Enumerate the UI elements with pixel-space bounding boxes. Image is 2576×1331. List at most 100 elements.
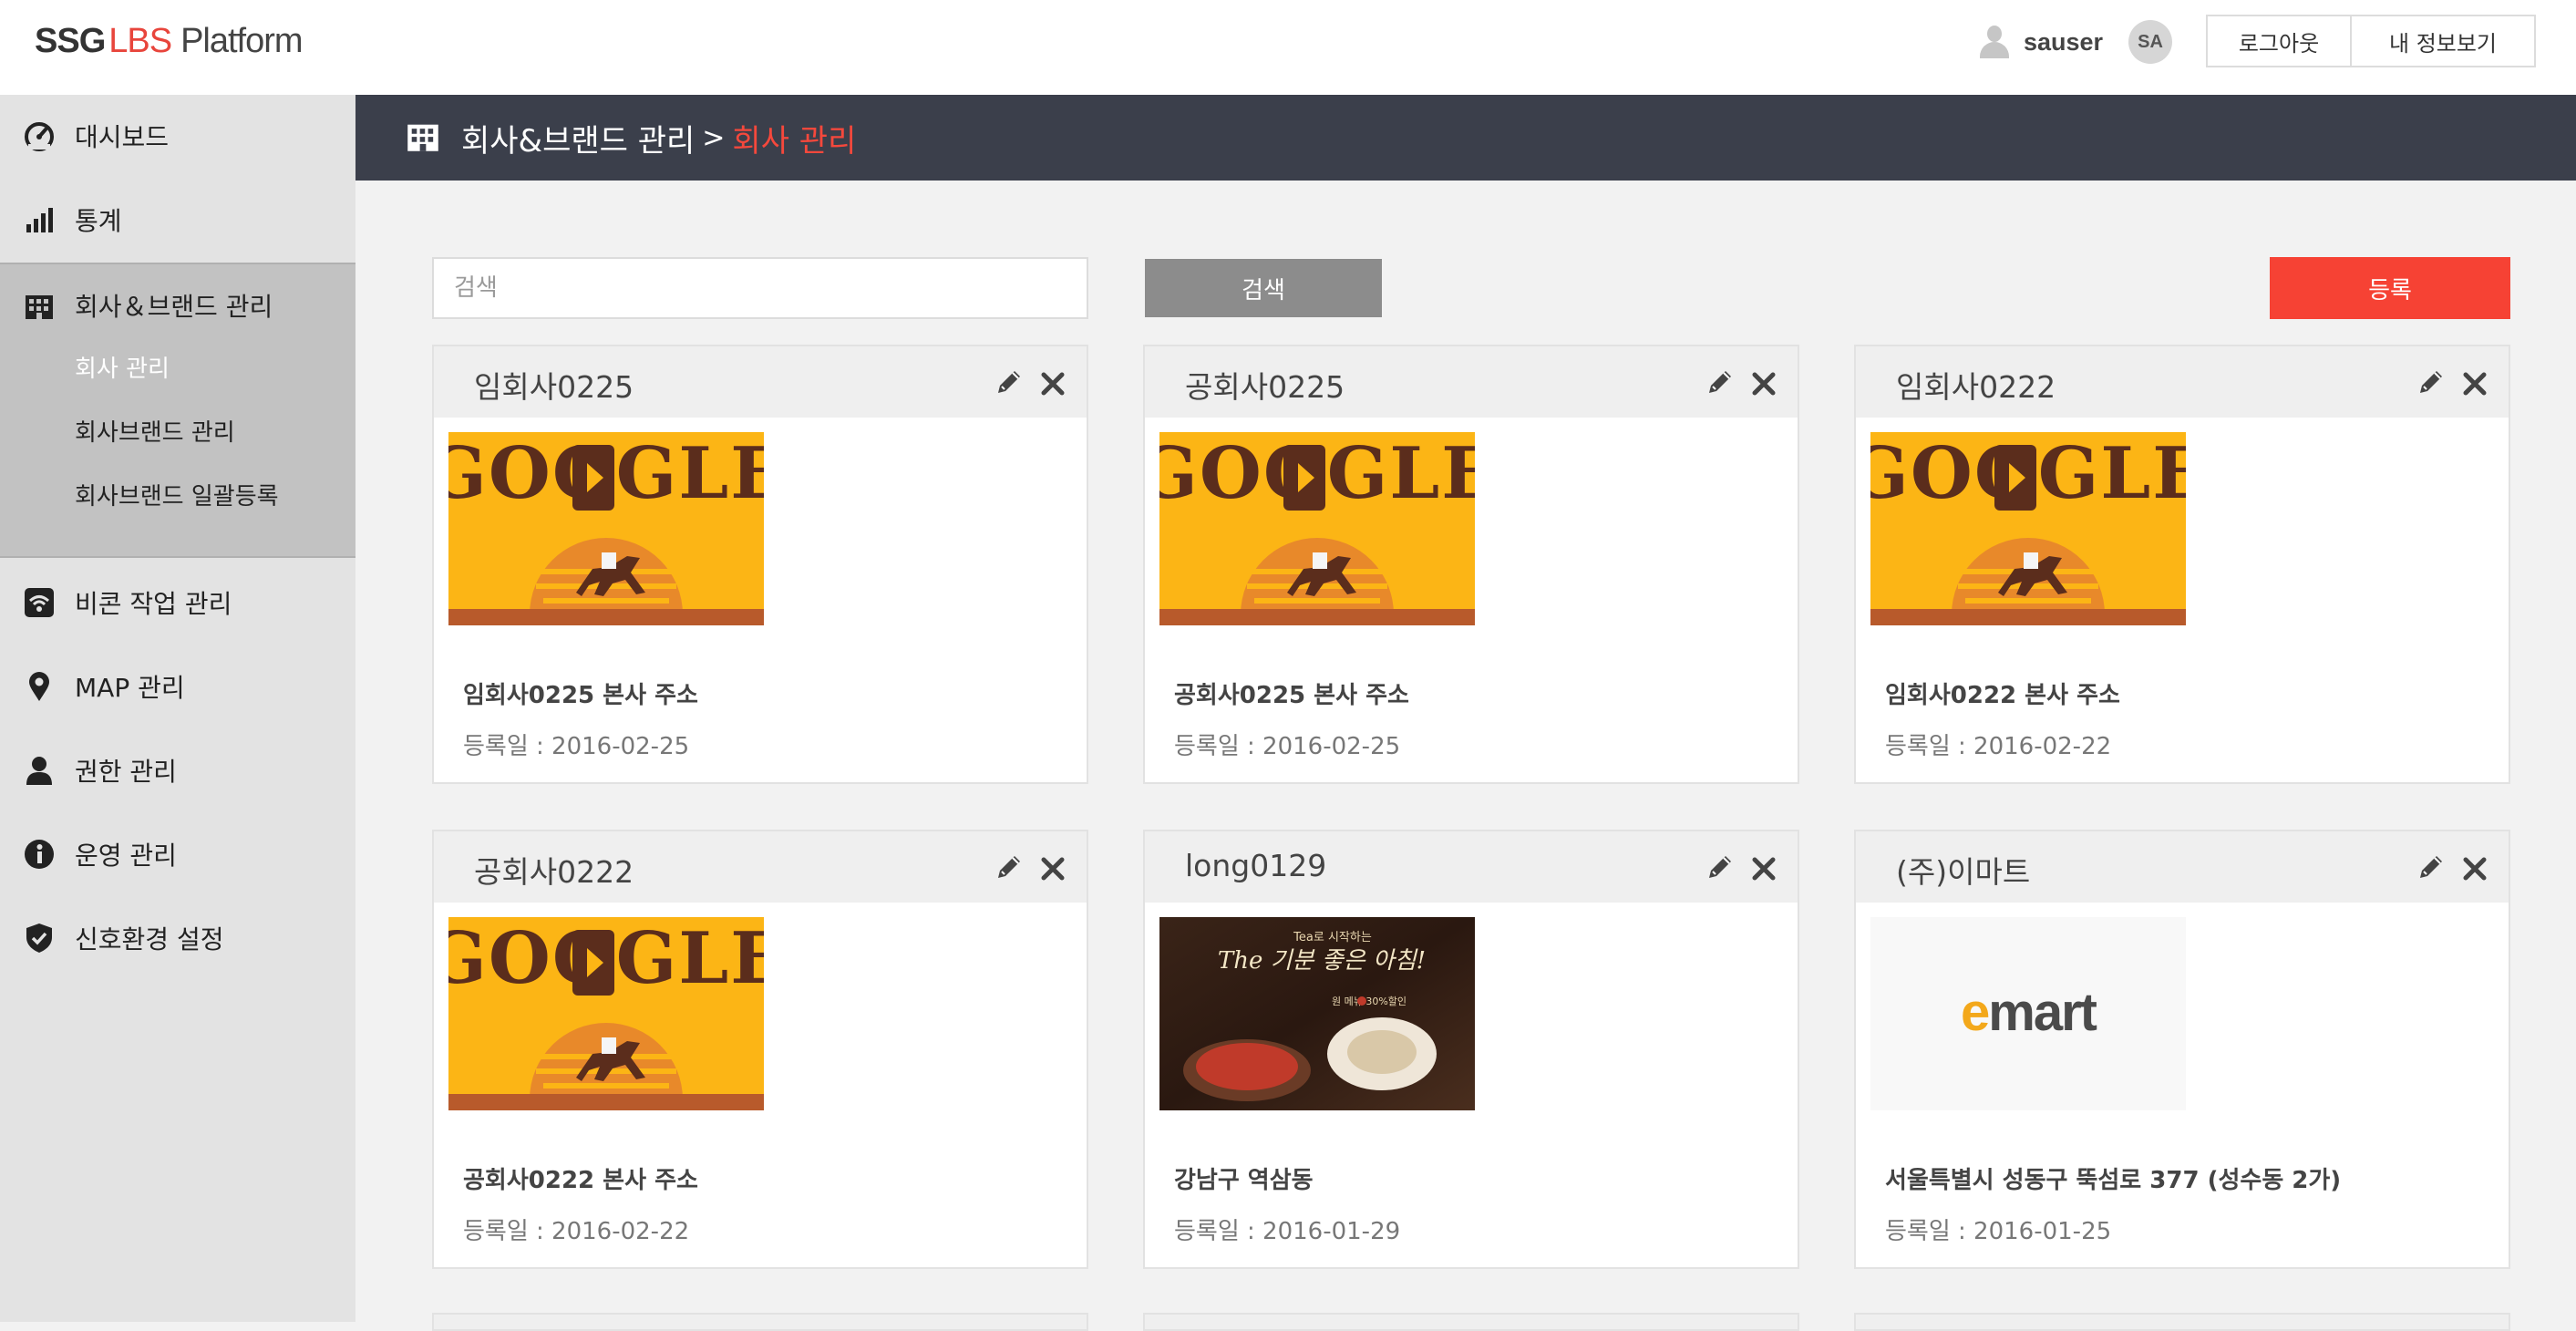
close-icon[interactable] [2461, 851, 2488, 882]
card-header: long0129 [1145, 831, 1798, 903]
pencil-icon[interactable] [994, 366, 1025, 397]
card-header: 공회사0222 [434, 831, 1087, 903]
google-doodle-image: GOOGLE [448, 432, 764, 625]
sidebar-item-label: 신호환경 설정 [75, 924, 224, 954]
close-icon[interactable] [1750, 366, 1777, 397]
my-info-button[interactable]: 내 정보보기 [2350, 15, 2536, 67]
avatar: SA [2128, 20, 2173, 64]
breadcrumb: 회사&브랜드 관리 > 회사 관리 [355, 95, 2576, 181]
sidebar-item-label: 대시보드 [75, 122, 170, 152]
coffee-ad-image: Tea로 시작하는 The 기분 좋은 아침! 원 메뉴 30%할인 [1159, 917, 1475, 1110]
logo-ssg: SSG [35, 22, 106, 60]
sidebar-item-label: 권한 관리 [75, 757, 177, 787]
company-name: long0129 [1185, 848, 1327, 883]
bar-chart-icon [24, 204, 55, 235]
sidebar-item-label: 통계 [75, 206, 122, 236]
company-image: emart [1870, 917, 2186, 1110]
company-registered-date: 등록일 : 2016-02-22 [463, 1218, 690, 1245]
sidebar-item-company-brand[interactable]: 회사＆브랜드 관리 [0, 264, 355, 346]
map-pin-icon [24, 671, 55, 702]
company-name: 임회사0225 [474, 369, 634, 405]
sidebar-item-label: 운영 관리 [75, 841, 177, 871]
company-name: 임회사0222 [1896, 369, 2056, 405]
sidebar-item-permissions[interactable]: 권한 관리 [0, 729, 355, 811]
building-icon [405, 119, 441, 157]
google-doodle-image: GOOGLE [1159, 432, 1475, 625]
platform-logo[interactable]: SSG LBS Platform [35, 20, 304, 61]
card-partial [432, 1313, 1088, 1331]
card-header: 임회사0225 [434, 346, 1087, 418]
breadcrumb-current: 회사 관리 [732, 122, 857, 160]
sidebar: 대시보드 통계 회사＆브랜드 관리 회사 관리 회사브랜드 관리 회사브랜드 일… [0, 95, 355, 1322]
pencil-icon[interactable] [1705, 366, 1736, 397]
company-address: 강남구 역삼동 [1174, 1167, 1314, 1194]
logout-button[interactable]: 로그아웃 [2206, 15, 2352, 67]
logo-lbs: LBS [108, 22, 172, 60]
company-image: Tea로 시작하는 The 기분 좋은 아침! 원 메뉴 30%할인 [1159, 917, 1475, 1110]
card-partial [1143, 1313, 1799, 1331]
user-icon [1976, 24, 2013, 60]
sidebar-item-operations[interactable]: 운영 관리 [0, 813, 355, 895]
info-icon [24, 839, 55, 870]
company-address: 공회사0222 본사 주소 [463, 1167, 698, 1194]
svg-text:emart: emart [1961, 983, 2097, 1042]
card-header: 공회사0225 [1145, 346, 1798, 418]
company-address: 임회사0225 본사 주소 [463, 682, 698, 709]
sidebar-subitem-brand-bulk-register[interactable]: 회사브랜드 일괄등록 [75, 478, 279, 511]
company-image: GOOGLE [1159, 432, 1475, 625]
pencil-icon[interactable] [2416, 366, 2447, 397]
google-doodle-image: GOOGLE [1870, 432, 2186, 625]
company-registered-date: 등록일 : 2016-01-29 [1174, 1218, 1401, 1245]
company-name: 공회사0225 [1185, 369, 1345, 405]
emart-logo-image: emart [1870, 917, 2186, 1110]
search-button[interactable]: 검색 [1145, 259, 1382, 317]
sidebar-item-dashboard[interactable]: 대시보드 [0, 95, 355, 177]
company-address: 서울특별시 성동구 뚝섬로 377 (성수동 2가) [1885, 1167, 2342, 1194]
dashboard-icon [24, 120, 55, 151]
card-header: (주)이마트 [1856, 831, 2509, 903]
company-registered-date: 등록일 : 2016-02-25 [1174, 733, 1401, 760]
company-card[interactable]: long0129 Tea로 시작하는 The 기분 좋은 아침! 원 메뉴 30… [1143, 830, 1799, 1269]
svg-text:Tea로 시작하는: Tea로 시작하는 [1293, 931, 1372, 944]
shield-check-icon [24, 923, 55, 954]
company-registered-date: 등록일 : 2016-02-22 [1885, 733, 2112, 760]
svg-text:The 기분 좋은 아침!: The 기분 좋은 아침! [1218, 947, 1426, 975]
sidebar-item-beacon[interactable]: 비콘 작업 관리 [0, 562, 355, 644]
sidebar-item-map[interactable]: MAP 관리 [0, 645, 355, 727]
sidebar-item-label: 회사＆브랜드 관리 [75, 292, 273, 322]
company-registered-date: 등록일 : 2016-02-25 [463, 733, 690, 760]
breadcrumb-parent[interactable]: 회사&브랜드 관리 [461, 116, 695, 160]
sidebar-item-stats[interactable]: 통계 [0, 179, 355, 261]
top-header: SSG LBS Platform sauser SA 로그아웃 내 정보보기 [0, 0, 2576, 95]
register-button[interactable]: 등록 [2270, 257, 2510, 319]
user-icon [24, 755, 55, 786]
company-card[interactable]: 임회사0222 GOOGLE 임회사0222 본사 주소 등록일 : 2016-… [1854, 345, 2510, 784]
breadcrumb-separator: > [702, 121, 726, 154]
logo-platform: Platform [180, 22, 303, 60]
pencil-icon[interactable] [1705, 851, 1736, 882]
close-icon[interactable] [1039, 851, 1066, 882]
username: sauser [2024, 27, 2104, 56]
company-name: (주)이마트 [1896, 854, 2031, 890]
sidebar-item-label: 비콘 작업 관리 [75, 589, 232, 619]
card-partial [1854, 1313, 2510, 1331]
close-icon[interactable] [2461, 366, 2488, 397]
user-area: sauser SA [1976, 18, 2173, 66]
sidebar-item-label: MAP 관리 [75, 673, 185, 703]
close-icon[interactable] [1750, 851, 1777, 882]
sidebar-subitem-company-brand[interactable]: 회사브랜드 관리 [75, 414, 235, 448]
company-name: 공회사0222 [474, 854, 634, 890]
close-icon[interactable] [1039, 366, 1066, 397]
card-header: 임회사0222 [1856, 346, 2509, 418]
pencil-icon[interactable] [994, 851, 1025, 882]
company-card[interactable]: 공회사0225 GOOGLE 공회사0225 본사 주소 등록일 : 2016-… [1143, 345, 1799, 784]
pencil-icon[interactable] [2416, 851, 2447, 882]
company-image: GOOGLE [448, 917, 764, 1110]
company-image: GOOGLE [1870, 432, 2186, 625]
sidebar-item-signal-settings[interactable]: 신호환경 설정 [0, 897, 355, 979]
sidebar-subitem-company[interactable]: 회사 관리 [75, 350, 170, 384]
company-card[interactable]: (주)이마트 emart 서울특별시 성동구 뚝섬로 377 (성수동 2가) … [1854, 830, 2510, 1269]
company-card[interactable]: 임회사0225 GOOGLE 임회사0225 본사 주소 등록일 : 2016-… [432, 345, 1088, 784]
company-card[interactable]: 공회사0222 GOOGLE 공회사0222 본사 주소 등록일 : 2016-… [432, 830, 1088, 1269]
search-input[interactable] [432, 257, 1088, 319]
